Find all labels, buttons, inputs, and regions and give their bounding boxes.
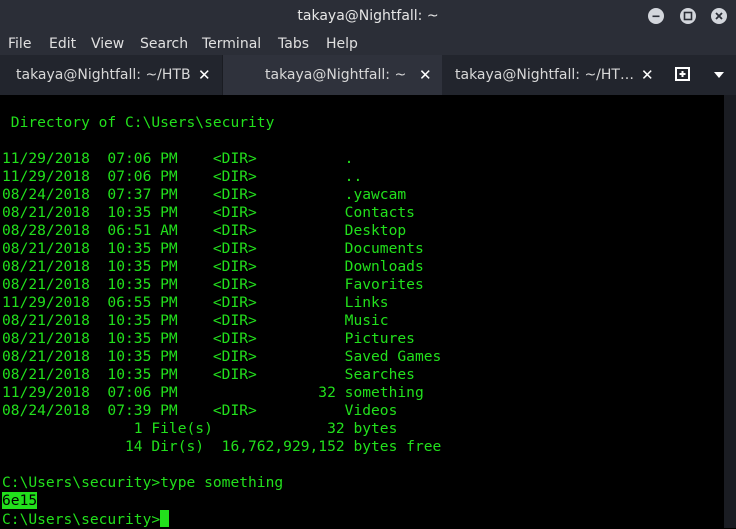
dir-entry: 08/21/2018 10:35 PM <DIR> Downloads xyxy=(2,258,424,275)
dir-entry: 11/29/2018 07:06 PM 32 something xyxy=(2,384,424,401)
dir-entry: 11/29/2018 06:55 PM <DIR> Links xyxy=(2,294,389,311)
tab-htb[interactable]: takaya@Nightfall: ~/HTB ✕ xyxy=(0,55,222,95)
dir-entry: 08/28/2018 06:51 AM <DIR> Desktop xyxy=(2,222,407,239)
tab-label: takaya@Nightfall: ~/HT… xyxy=(455,67,634,83)
tab-home[interactable]: takaya@Nightfall: ~ ✕ xyxy=(222,55,444,95)
menu-search[interactable]: Search xyxy=(140,33,188,55)
dir-entry: 08/24/2018 07:37 PM <DIR> .yawcam xyxy=(2,186,407,203)
title-bar: takaya@Nightfall: ~ xyxy=(0,0,736,33)
tab-bar: takaya@Nightfall: ~/HTB ✕ takaya@Nightfa… xyxy=(0,55,736,95)
terminal-output[interactable]: Directory of C:\Users\security 11/29/201… xyxy=(0,95,724,528)
dir-entry: 08/24/2018 07:39 PM <DIR> Videos xyxy=(2,402,398,419)
close-tab-icon[interactable]: ✕ xyxy=(419,55,432,95)
menu-edit[interactable]: Edit xyxy=(49,33,76,55)
command-output: 6e15 xyxy=(2,492,38,510)
close-tab-icon[interactable]: ✕ xyxy=(198,55,211,95)
scrollbar[interactable] xyxy=(724,95,736,528)
prompt: C:\Users\security> xyxy=(2,511,161,528)
dir-entry: 08/21/2018 10:35 PM <DIR> Searches xyxy=(2,366,415,383)
menu-help[interactable]: Help xyxy=(326,33,358,55)
output-value: 6e15 xyxy=(2,492,38,509)
tab-ht[interactable]: takaya@Nightfall: ~/HT… ✕ xyxy=(442,55,664,95)
menu-terminal[interactable]: Terminal xyxy=(202,33,261,55)
close-tab-icon[interactable]: ✕ xyxy=(641,55,654,95)
summary-dirs: 14 Dir(s) 16,762,929,152 bytes free xyxy=(2,438,442,455)
menu-bar: File Edit View Search Terminal Tabs Help xyxy=(0,33,736,55)
dir-entry: 08/21/2018 10:35 PM <DIR> Contacts xyxy=(2,204,415,221)
dir-entry: 11/29/2018 07:06 PM <DIR> .. xyxy=(2,168,363,185)
dir-entry: 08/21/2018 10:35 PM <DIR> Pictures xyxy=(2,330,415,347)
tab-label: takaya@Nightfall: ~ xyxy=(265,67,407,83)
menu-file[interactable]: File xyxy=(8,33,31,55)
window-title: takaya@Nightfall: ~ xyxy=(297,8,439,24)
dir-entry: 08/21/2018 10:35 PM <DIR> Favorites xyxy=(2,276,424,293)
dir-entry: 11/29/2018 07:06 PM <DIR> . xyxy=(2,150,354,167)
chevron-down-icon[interactable] xyxy=(712,70,726,80)
maximize-icon[interactable] xyxy=(680,8,696,24)
tab-label: takaya@Nightfall: ~/HTB xyxy=(16,67,191,83)
terminal-window: takaya@Nightfall: ~ File Edit View Searc… xyxy=(0,0,736,528)
menu-view[interactable]: View xyxy=(91,33,124,55)
menu-tabs[interactable]: Tabs xyxy=(278,33,309,55)
dir-entry: 08/21/2018 10:35 PM <DIR> Documents xyxy=(2,240,424,257)
text-cursor xyxy=(160,510,170,527)
summary-files: 1 File(s) 32 bytes xyxy=(2,420,398,437)
dir-entry: 08/21/2018 10:35 PM <DIR> Saved Games xyxy=(2,348,442,365)
new-tab-icon[interactable] xyxy=(674,65,692,83)
dir-entry: 08/21/2018 10:35 PM <DIR> Music xyxy=(2,312,389,329)
prompt-line[interactable]: C:\Users\security> xyxy=(2,510,170,528)
minimize-icon[interactable] xyxy=(648,8,664,24)
close-icon[interactable] xyxy=(711,8,727,24)
directory-header: Directory of C:\Users\security xyxy=(2,114,275,131)
command-line: C:\Users\security>type something xyxy=(2,474,284,491)
